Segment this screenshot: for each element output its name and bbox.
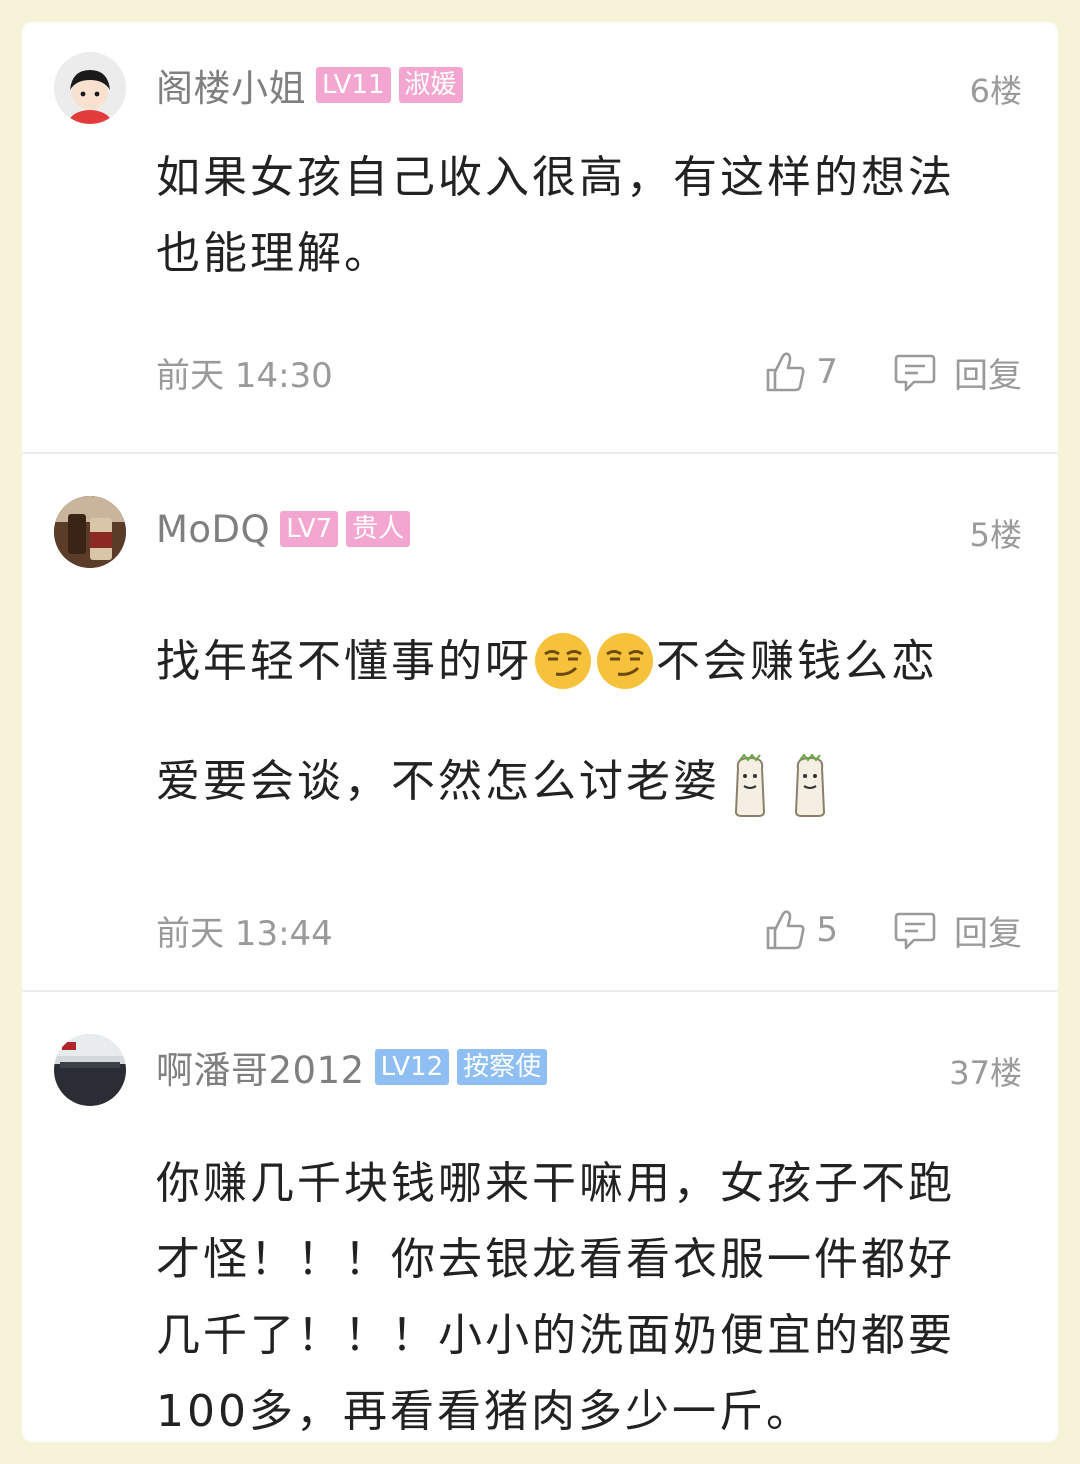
title-badge: 淑媛 — [398, 67, 463, 103]
smirk-emoji-icon — [534, 632, 592, 690]
reply-label: 回复 — [954, 913, 1022, 954]
reply-button[interactable]: 回复 — [894, 906, 1022, 955]
comment-text: 找年轻不懂事的呀 — [156, 636, 532, 687]
comment-text: 爱要会谈，不然怎么讨老婆 — [156, 756, 720, 807]
comment-line: 如果女孩自己收入很高，有这样的想法 — [156, 152, 955, 203]
title-badge: 按察使 — [457, 1049, 548, 1085]
comment-item: 啊潘哥2012 LV12 按察使 37楼 你赚几千块钱哪来干嘛用，女孩子不跑 才… — [22, 992, 1058, 1442]
comment-body: 你赚几千块钱哪来干嘛用，女孩子不跑 才怪！！！你去银龙看看衣服一件都好 几千了！… — [156, 1146, 1016, 1442]
comment-line: 你赚几千块钱哪来干嘛用，女孩子不跑 — [156, 1158, 955, 1209]
comment-header: 阁楼小姐 LV11 淑媛 — [156, 60, 471, 110]
comment-item: MoDQ LV7 贵人 5楼 找年轻不懂事的呀 不会赚钱么恋 爱要会谈，不然怎么讨… — [22, 454, 1058, 990]
timestamp: 前天 14:30 — [156, 355, 333, 396]
username[interactable]: 阁楼小姐 — [156, 58, 306, 112]
comment-header: MoDQ LV7 贵人 — [156, 504, 418, 554]
like-button[interactable]: 7 — [764, 350, 838, 394]
level-badge: LV12 — [374, 1049, 450, 1085]
meme-sticker-icon — [790, 753, 830, 842]
reply-label: 回复 — [954, 355, 1022, 396]
comment-actions: 7 回复 — [764, 348, 1022, 397]
like-count: 7 — [816, 352, 838, 392]
comment-footer: 前天 14:30 7 回复 — [156, 348, 1022, 396]
floor-number: 5楼 — [969, 516, 1022, 554]
comment-footer: 前天 13:44 5 回复 — [156, 906, 1022, 954]
like-count: 5 — [816, 910, 838, 950]
title-badge: 贵人 — [346, 511, 411, 547]
comment-line: 也能理解。 — [156, 228, 391, 279]
avatar[interactable] — [54, 52, 126, 124]
comment-header: 啊潘哥2012 LV12 按察使 — [156, 1042, 555, 1092]
timestamp: 前天 13:44 — [156, 913, 333, 954]
avatar[interactable] — [54, 1034, 126, 1106]
floor-number: 6楼 — [969, 72, 1022, 110]
comment-bubble-icon — [894, 354, 936, 392]
comment-text: 不会赚钱么恋 — [656, 636, 938, 687]
comment-bubble-icon — [894, 912, 936, 950]
smirk-emoji-icon — [596, 632, 654, 690]
comment-line: 几千了！！！小小的洗面奶便宜的都要 — [156, 1310, 955, 1361]
level-badge: LV11 — [316, 67, 391, 103]
comment-line: 找年轻不懂事的呀 不会赚钱么恋 — [156, 624, 1016, 700]
thumbs-up-icon — [767, 352, 805, 392]
reply-button[interactable]: 回复 — [894, 348, 1022, 397]
thumbs-up-icon — [767, 910, 805, 950]
like-button[interactable]: 5 — [764, 908, 838, 952]
floor-number: 37楼 — [949, 1054, 1022, 1092]
comment-list: 阁楼小姐 LV11 淑媛 6楼 如果女孩自己收入很高，有这样的想法 也能理解。 … — [22, 22, 1058, 1442]
comment-body: 找年轻不懂事的呀 不会赚钱么恋 爱要会谈，不然怎么讨老婆 — [156, 624, 1016, 842]
meme-sticker-icon — [730, 753, 770, 842]
comment-line: 才怪！！！你去银龙看看衣服一件都好 — [156, 1234, 955, 1285]
level-badge: LV7 — [280, 511, 339, 547]
username[interactable]: MoDQ — [156, 508, 270, 551]
comment-item: 阁楼小姐 LV11 淑媛 6楼 如果女孩自己收入很高，有这样的想法 也能理解。 … — [22, 22, 1058, 452]
username[interactable]: 啊潘哥2012 — [156, 1040, 365, 1094]
comment-line: 爱要会谈，不然怎么讨老婆 — [156, 744, 1016, 842]
comment-body: 如果女孩自己收入很高，有这样的想法 也能理解。 — [156, 140, 1016, 292]
avatar[interactable] — [54, 496, 126, 568]
comment-line: 100多，再看看猪肉多少一斤。 — [156, 1386, 813, 1437]
comment-actions: 5 回复 — [764, 906, 1022, 955]
